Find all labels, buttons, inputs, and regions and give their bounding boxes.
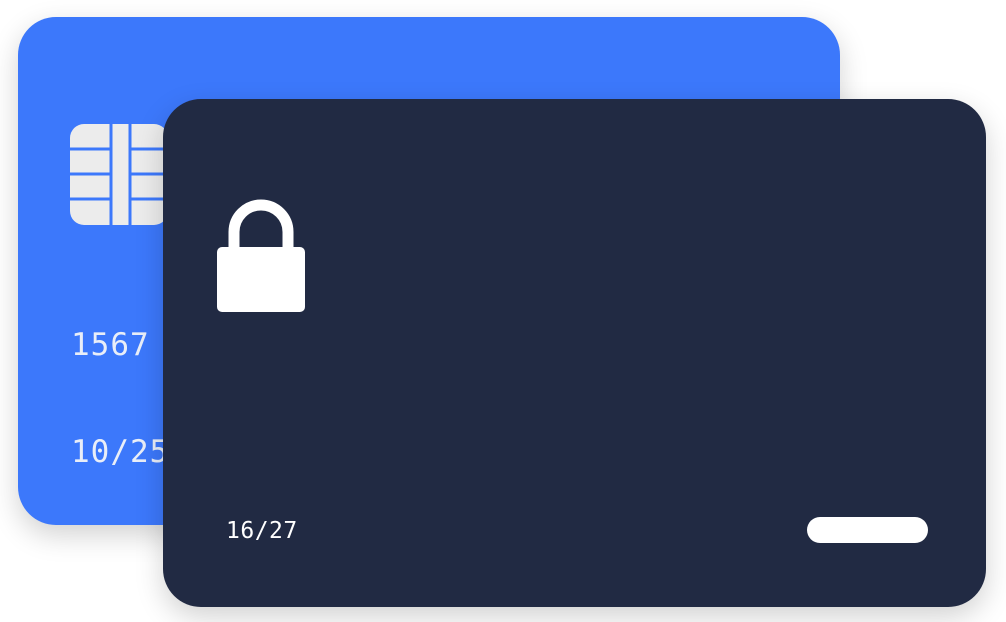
card-expiry: 10/25: [71, 434, 170, 470]
card-expiry: 16/27: [226, 518, 298, 544]
card-stack: 1567 10/25 16/27: [0, 0, 1006, 622]
card-number: 1567: [71, 327, 150, 363]
front-card: 16/27: [163, 99, 986, 607]
pill-shape: [807, 517, 928, 543]
lock-icon: [217, 199, 305, 312]
chip-icon: [70, 124, 168, 225]
